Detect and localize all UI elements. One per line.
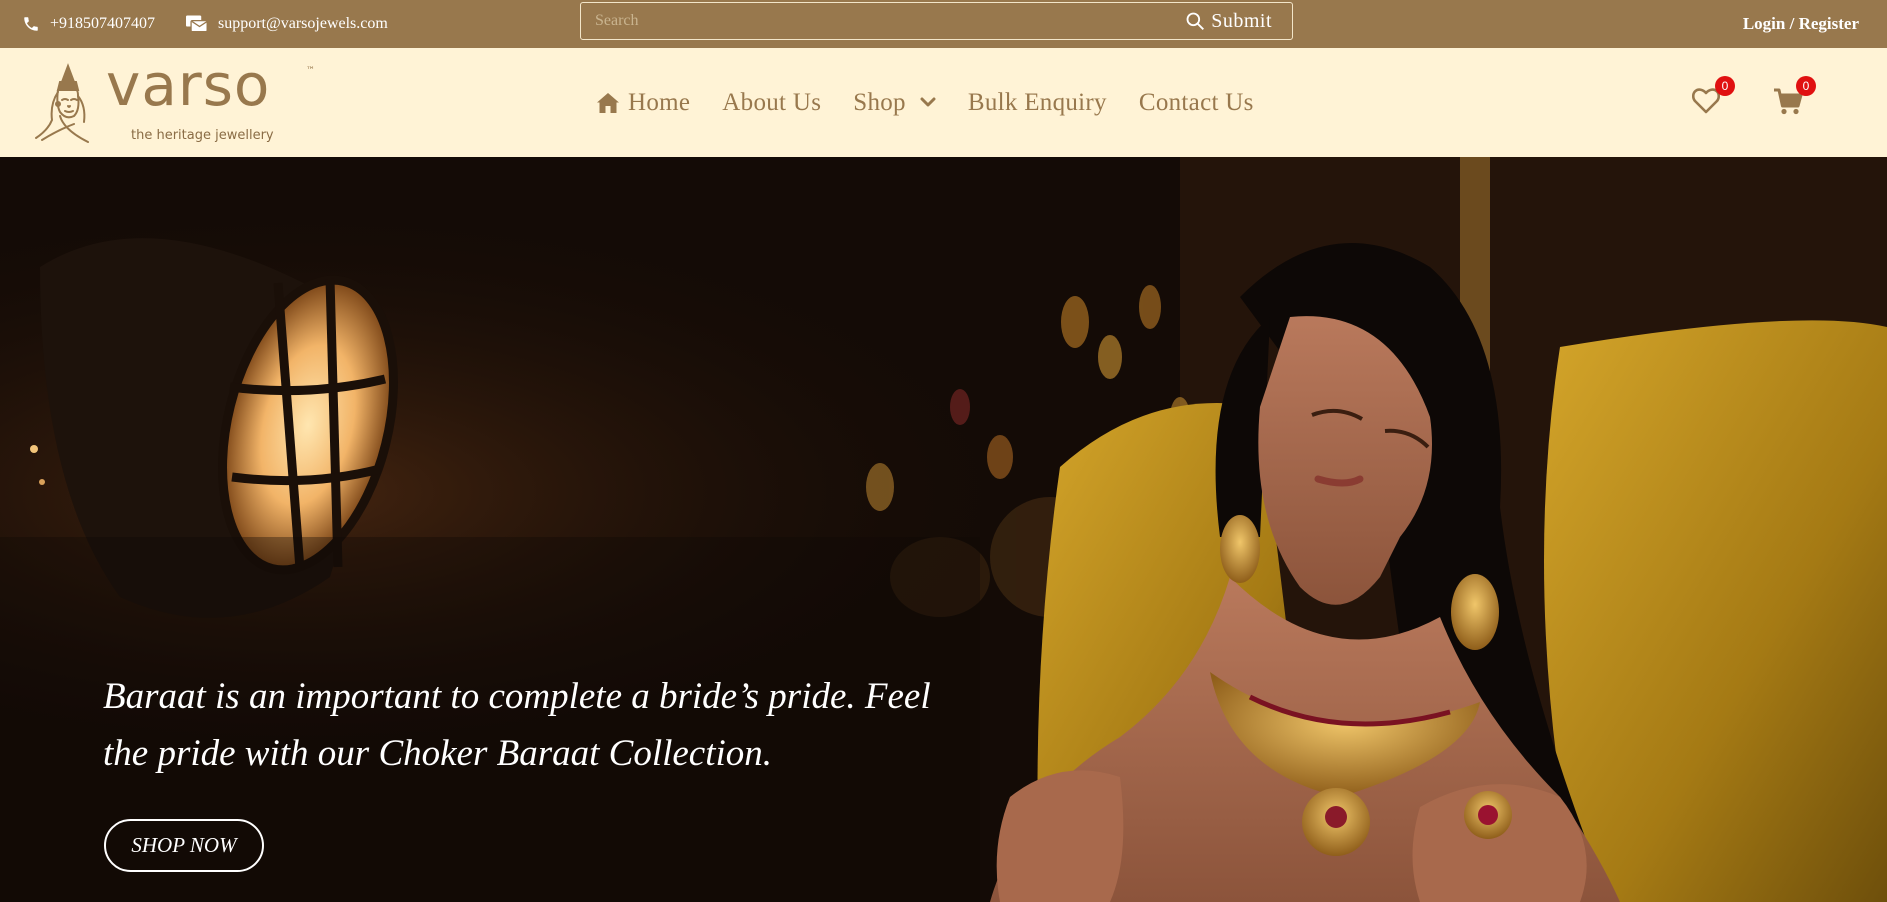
nav-about[interactable]: About Us — [722, 89, 821, 117]
search-submit-button[interactable]: Submit — [1175, 3, 1292, 39]
top-bar: +918507407407 support@varsojewels.com Su… — [0, 0, 1887, 48]
phone-icon — [24, 17, 38, 31]
submit-label: Submit — [1211, 9, 1272, 32]
nav-contact-label: Contact Us — [1138, 88, 1254, 116]
nav-contact[interactable]: Contact Us — [1139, 89, 1254, 117]
login-register-link[interactable]: Login / Register — [1743, 0, 1859, 48]
wishlist-button[interactable]: 0 — [1692, 76, 1735, 114]
wishlist-count-badge: 0 — [1715, 76, 1735, 96]
deity-emblem-icon — [35, 63, 89, 143]
hero-banner: Baraat is an important to complete a bri… — [0, 157, 1887, 902]
brand-tagline: the heritage jewellery — [131, 128, 274, 143]
brand-logo[interactable]: varso ™ the heritage jewellery — [28, 56, 318, 150]
email-icon — [186, 15, 208, 33]
search-form: Submit — [580, 2, 1293, 40]
phone-number: +918507407407 — [50, 15, 156, 32]
hero-headline: Baraat is an important to complete a bri… — [103, 676, 931, 774]
search-icon — [1186, 12, 1205, 30]
chevron-down-icon — [920, 97, 936, 106]
nav-home-label: Home — [628, 88, 691, 116]
nav-about-label: About Us — [722, 88, 822, 116]
cart-button[interactable]: 0 — [1773, 76, 1816, 116]
search-input[interactable] — [581, 3, 1176, 39]
main-nav: Home About Us Shop Bulk Enquiry Contact … — [596, 48, 1286, 157]
home-icon — [597, 92, 619, 113]
nav-shop-label: Shop — [853, 88, 906, 116]
nav-bulk-label: Bulk Enquiry — [967, 88, 1107, 116]
nav-bulk-enquiry[interactable]: Bulk Enquiry — [968, 89, 1107, 117]
email-contact[interactable]: support@varsojewels.com — [186, 0, 388, 48]
nav-home[interactable]: Home — [596, 89, 690, 117]
brand-wordmark: varso — [106, 51, 271, 119]
cart-count-badge: 0 — [1796, 76, 1816, 96]
phone-contact[interactable]: +918507407407 — [22, 0, 155, 48]
main-header: varso ™ the heritage jewellery Home Abou… — [0, 48, 1887, 157]
shop-now-button[interactable]: SHOP NOW — [104, 819, 264, 872]
hero-photo — [0, 157, 1887, 902]
email-address: support@varsojewels.com — [218, 15, 388, 32]
trademark-symbol: ™ — [306, 66, 315, 76]
heart-icon — [1692, 88, 1720, 114]
nav-shop[interactable]: Shop — [853, 89, 936, 117]
